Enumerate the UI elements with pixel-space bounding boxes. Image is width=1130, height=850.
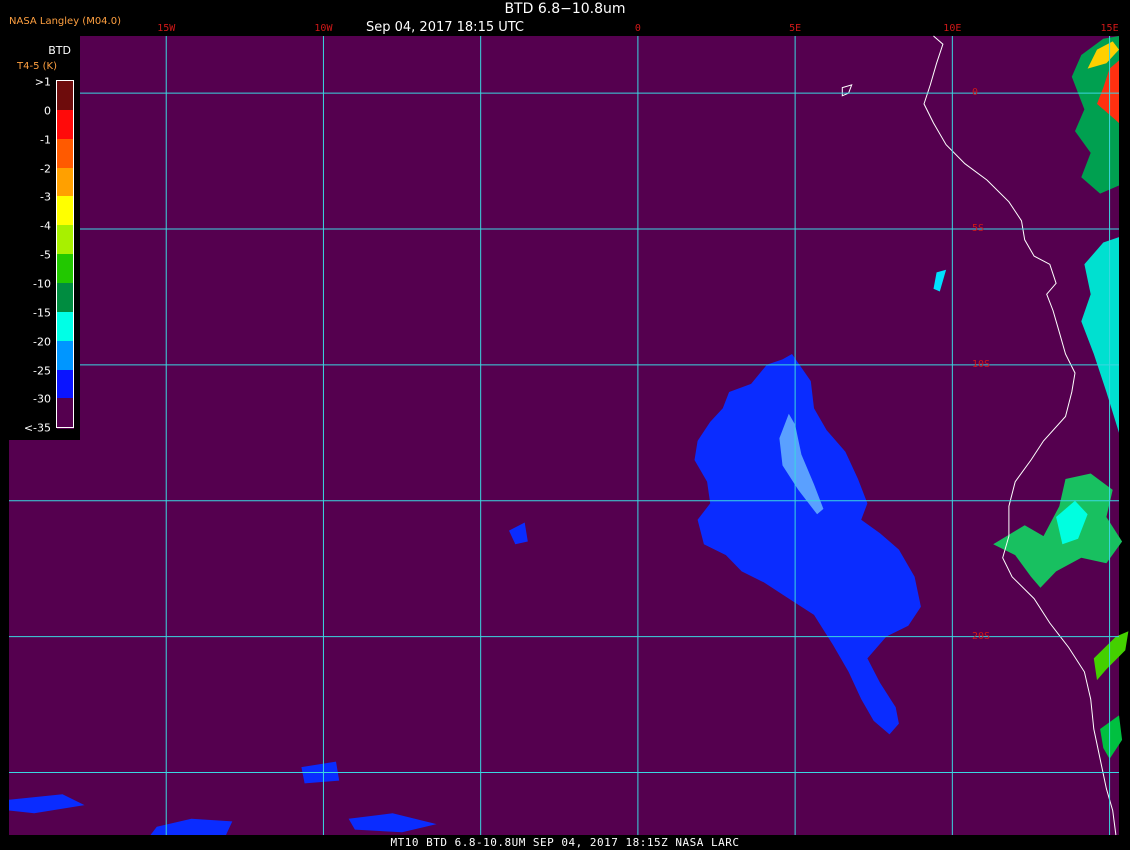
longitude-label: 0 — [634, 23, 641, 34]
longitude-label: 15E — [1100, 23, 1119, 34]
legend-label: -10 — [33, 277, 51, 291]
legend-label: <-35 — [23, 421, 51, 435]
agency-label: NASA Langley (M04.0) — [9, 16, 121, 27]
satellite-image-viewer: BTD 6.8−10.8um Sep 04, 2017 18:15 UTC NA… — [0, 0, 1130, 850]
map-canvas[interactable] — [0, 0, 1130, 850]
legend-label: 0 — [44, 104, 51, 118]
legend-units: T4-5 (K) — [17, 61, 57, 72]
latitude-label: 20S — [972, 630, 991, 642]
longitude-label: 10E — [943, 23, 962, 34]
longitude-label: 10W — [314, 23, 333, 34]
color-legend: BTD T4-5 (K) >1 0 -1 -2 -3 -4 -5 -10 -15 -20 -25 -3… — [9, 36, 80, 440]
image-timestamp: Sep 04, 2017 18:15 UTC — [365, 20, 525, 35]
latitude-label: 0 — [972, 87, 979, 99]
legend-label: -4 — [40, 219, 51, 233]
legend-label: -5 — [40, 248, 51, 262]
legend-label: -1 — [40, 133, 51, 147]
legend-label: -3 — [40, 190, 51, 204]
legend-label: -25 — [33, 364, 51, 377]
legend-title: BTD — [48, 44, 71, 57]
legend-label: -15 — [33, 306, 51, 320]
latitude-label: 10S — [972, 358, 991, 370]
legend-label: -2 — [40, 162, 51, 176]
footer-caption: MT10 BTD 6.8-10.8UM SEP 04, 2017 18:15Z … — [390, 836, 740, 849]
legend-label: >1 — [34, 75, 51, 89]
longitude-label: 15W — [157, 23, 176, 34]
product-title: BTD 6.8−10.8um — [504, 1, 626, 17]
longitude-label: 5E — [789, 23, 802, 34]
legend-label: -30 — [33, 392, 51, 406]
legend-label: -20 — [33, 335, 51, 349]
latitude-label: 5S — [972, 222, 985, 234]
legend-frame — [56, 80, 74, 428]
